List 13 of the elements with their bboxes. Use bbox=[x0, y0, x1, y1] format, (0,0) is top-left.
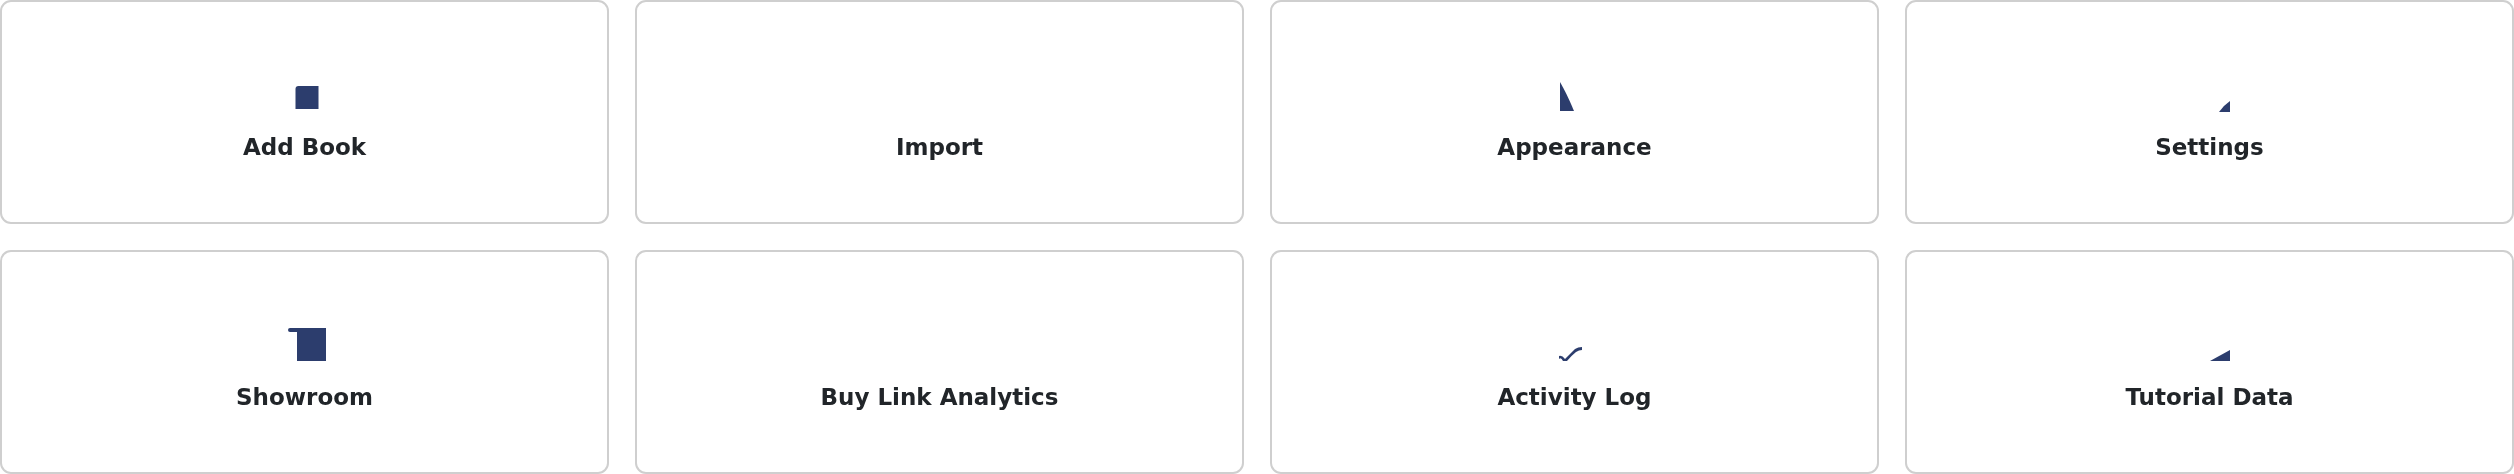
square-icon bbox=[295, 86, 318, 109]
menu-tile[interactable]: Import bbox=[635, 0, 1244, 224]
menu-tile[interactable]: Settings bbox=[1905, 0, 2514, 224]
check-icon bbox=[1558, 347, 1582, 361]
triangle-icon bbox=[2209, 350, 2230, 361]
menu-tile[interactable]: Tutorial Data bbox=[1905, 250, 2514, 474]
menu-tile[interactable]: Add Book bbox=[0, 0, 609, 224]
menu-tile[interactable]: Showroom bbox=[0, 250, 609, 474]
menu-tile[interactable]: Appearance bbox=[1270, 0, 1879, 224]
curve-icon bbox=[1559, 82, 1574, 111]
menu-tile[interactable]: Activity Log bbox=[1270, 250, 1879, 474]
triangle-icon bbox=[2218, 101, 2230, 112]
menu-tile[interactable]: Buy Link Analytics bbox=[635, 250, 1244, 474]
